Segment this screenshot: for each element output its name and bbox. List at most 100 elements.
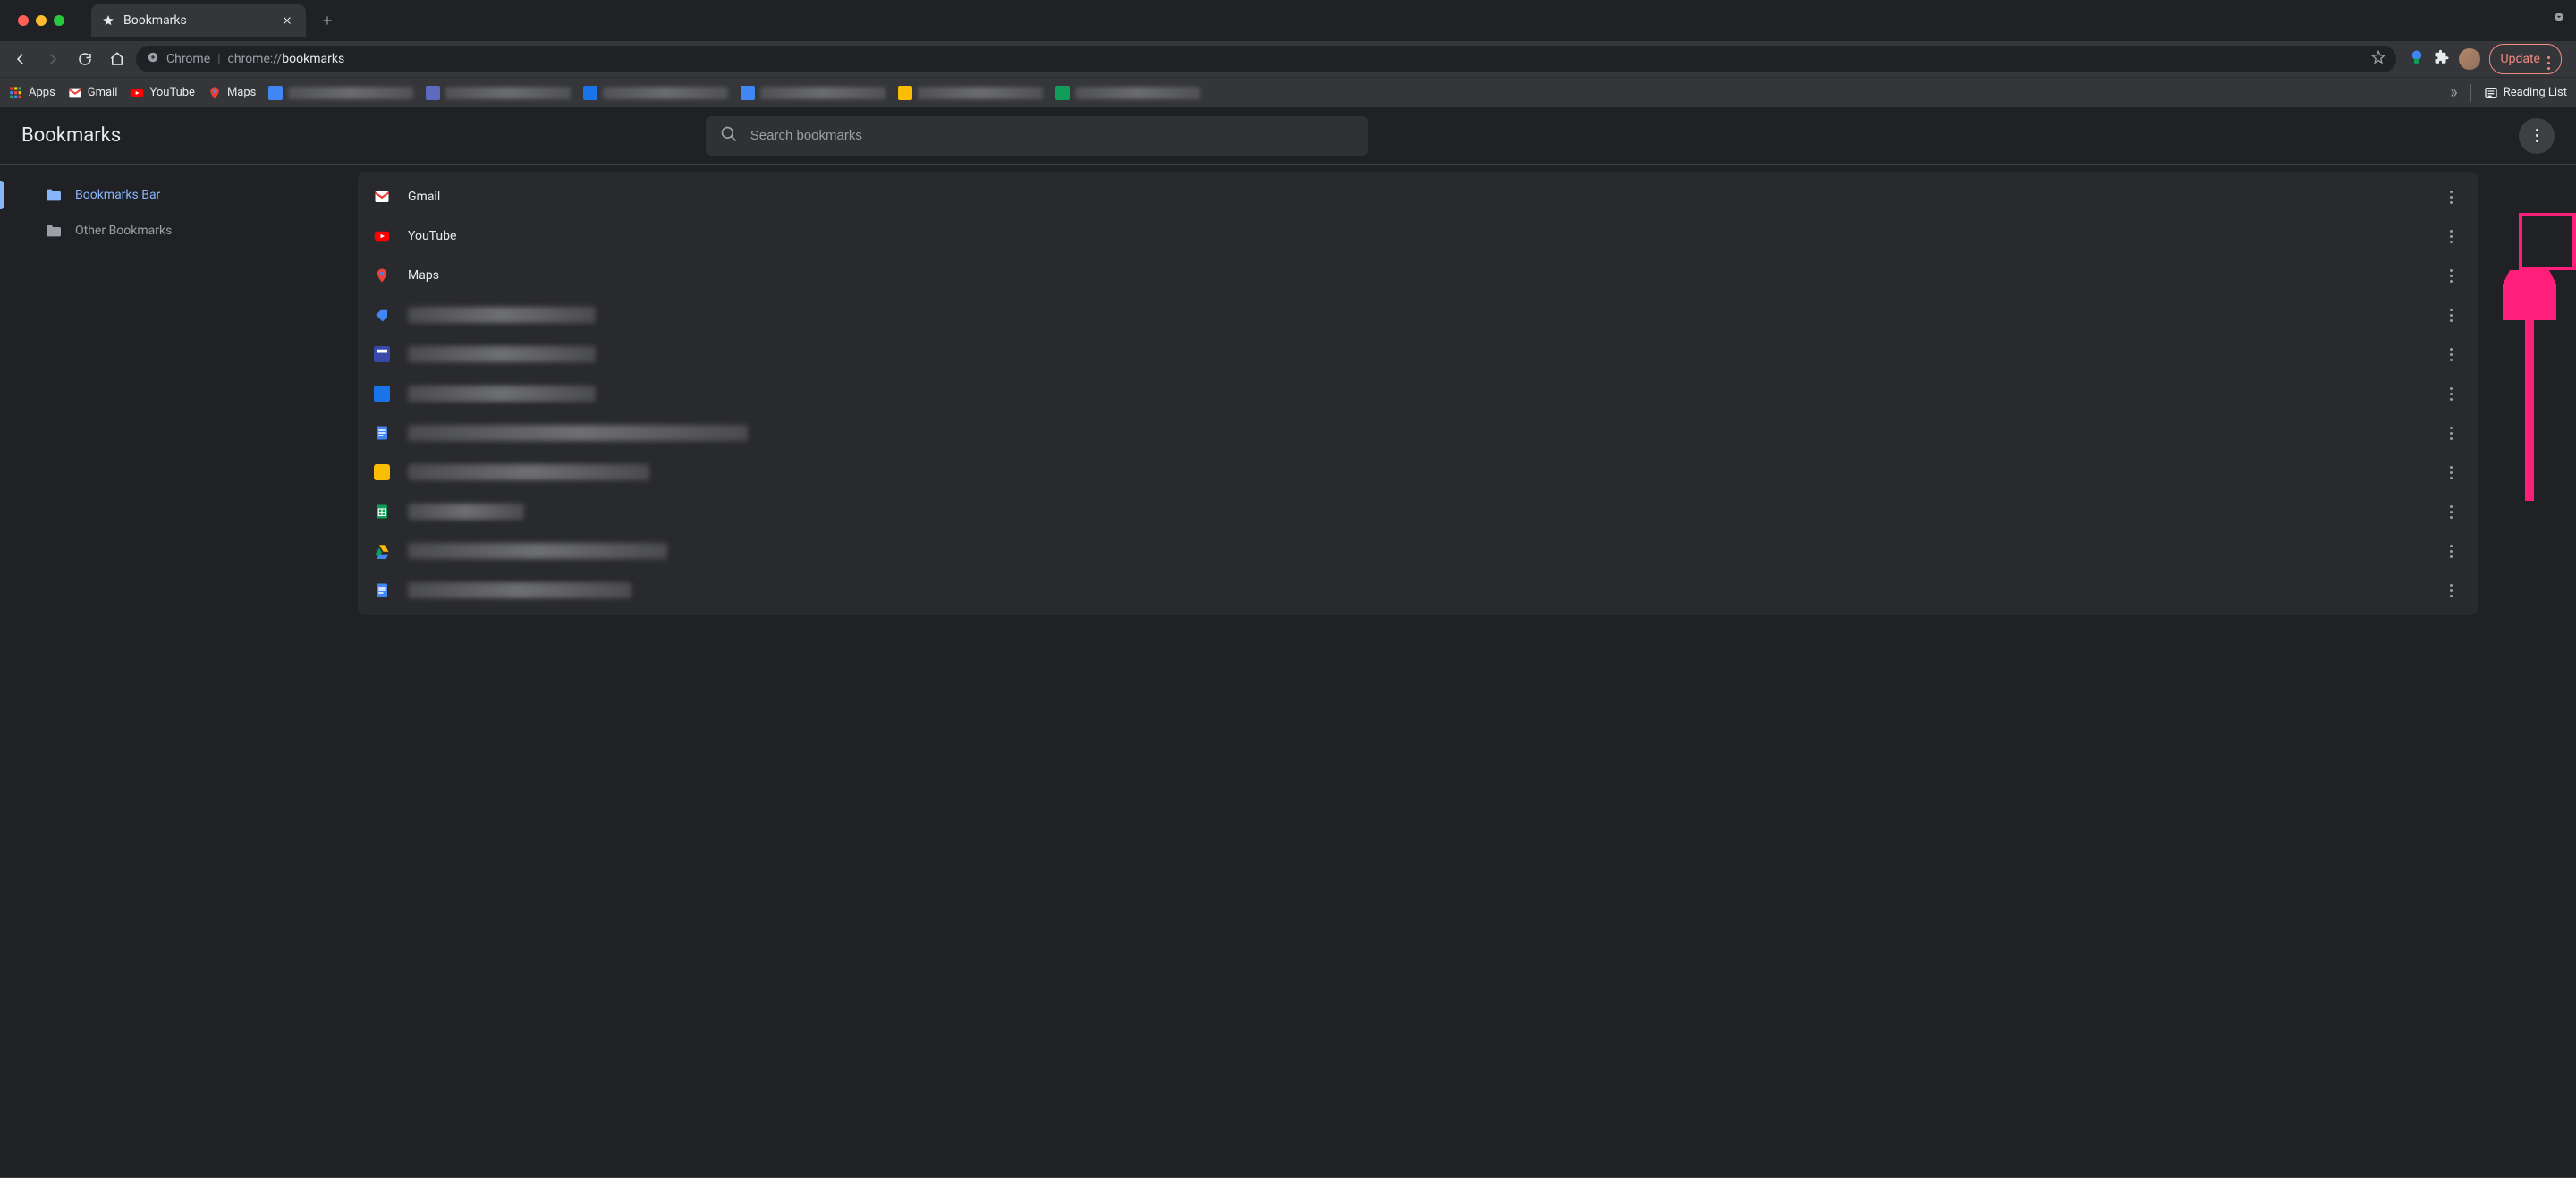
site-info-icon[interactable] — [147, 51, 159, 67]
gmaps-icon — [374, 267, 390, 284]
row-more-button[interactable] — [2440, 304, 2462, 326]
bookmark-redacted[interactable] — [583, 86, 728, 100]
reading-list-label: Reading List — [2504, 86, 2567, 99]
blue-tag-icon — [374, 307, 390, 323]
bookmark-row[interactable] — [358, 492, 2478, 531]
reload-button[interactable] — [72, 46, 98, 72]
kebab-icon — [2450, 427, 2453, 440]
sidebar-item-label: Bookmarks Bar — [75, 188, 160, 202]
bookmark-row[interactable] — [358, 531, 2478, 571]
bookmark-row[interactable] — [358, 374, 2478, 413]
bookmark-label-redacted — [408, 582, 631, 598]
browser-toolbar: Chrome | chrome://bookmarks Update — [0, 41, 2576, 77]
minimize-window-button[interactable] — [36, 15, 47, 26]
apps-label: Apps — [29, 86, 55, 99]
browser-tab[interactable]: Bookmarks — [91, 4, 306, 37]
gmail-icon — [374, 189, 390, 205]
bookmark-youtube[interactable]: YouTube — [130, 86, 195, 100]
bookmark-label: YouTube — [149, 86, 195, 99]
bookmark-redacted[interactable] — [426, 86, 571, 100]
bookmark-redacted[interactable] — [1055, 86, 1200, 100]
bookmark-label: Gmail — [408, 190, 440, 204]
bookmark-gmail[interactable]: Gmail — [68, 86, 118, 100]
omnibox-url: chrome://bookmarks — [228, 52, 345, 66]
yellow-box-icon — [374, 464, 390, 480]
extension-badge-icon[interactable] — [2409, 49, 2425, 69]
sidebar-item-other-bookmarks[interactable]: Other Bookmarks — [0, 213, 358, 249]
row-more-button[interactable] — [2440, 225, 2462, 247]
bookmark-list-card: Gmail YouTube Maps — [358, 172, 2478, 615]
bookmark-redacted[interactable] — [268, 86, 413, 100]
bookmark-redacted[interactable] — [741, 86, 886, 100]
blue-box-icon — [374, 386, 390, 402]
kebab-icon — [2536, 129, 2538, 142]
kebab-icon — [2547, 48, 2550, 70]
row-more-button[interactable] — [2440, 383, 2462, 404]
gdrive-icon — [374, 543, 390, 559]
search-bookmarks[interactable] — [706, 116, 1368, 156]
bookmark-row[interactable]: Maps — [358, 256, 2478, 295]
row-more-button[interactable] — [2440, 462, 2462, 483]
close-window-button[interactable] — [18, 15, 29, 26]
page-title: Bookmarks — [21, 124, 121, 147]
bookmark-row[interactable] — [358, 295, 2478, 335]
apps-shortcut[interactable]: Apps — [9, 86, 55, 100]
row-more-button[interactable] — [2440, 580, 2462, 601]
gsheet-icon — [374, 504, 390, 520]
star-icon — [102, 14, 114, 27]
profile-avatar[interactable] — [2459, 48, 2480, 70]
bookmark-row[interactable]: YouTube — [358, 216, 2478, 256]
omnibox-separator: | — [217, 52, 220, 66]
address-bar[interactable]: Chrome | chrome://bookmarks — [136, 46, 2396, 72]
close-tab-button[interactable] — [279, 13, 295, 29]
bookmark-label-redacted — [408, 543, 667, 559]
bookmark-row[interactable]: Gmail — [358, 177, 2478, 216]
omnibox-scheme-label: Chrome — [166, 52, 210, 66]
sidebar-item-bookmarks-bar[interactable]: Bookmarks Bar — [0, 177, 358, 213]
bookmark-label-redacted — [408, 386, 596, 402]
bookmark-row[interactable] — [358, 453, 2478, 492]
home-button[interactable] — [104, 46, 131, 72]
row-more-button[interactable] — [2440, 501, 2462, 522]
search-icon — [720, 125, 738, 147]
bookmark-list: Gmail YouTube Maps — [358, 165, 2576, 1177]
youtube-icon — [374, 228, 390, 244]
row-more-button[interactable] — [2440, 343, 2462, 365]
kebab-icon — [2450, 505, 2453, 519]
bookmark-star-button[interactable] — [2371, 50, 2385, 68]
gdoc-icon — [374, 425, 390, 441]
kebab-icon — [2450, 230, 2453, 243]
row-more-button[interactable] — [2440, 422, 2462, 444]
tab-list-button[interactable] — [2551, 9, 2567, 25]
new-tab-button[interactable] — [315, 8, 340, 33]
forward-button[interactable] — [39, 46, 66, 72]
extensions-button[interactable] — [2434, 49, 2450, 69]
reading-list-button[interactable]: Reading List — [2484, 86, 2567, 100]
bookmark-label: YouTube — [408, 229, 456, 243]
divider — [2470, 84, 2471, 102]
row-more-button[interactable] — [2440, 540, 2462, 562]
bookmark-row[interactable] — [358, 335, 2478, 374]
bookmarks-overflow-button[interactable]: » — [2450, 83, 2457, 102]
row-more-button[interactable] — [2440, 186, 2462, 208]
update-label: Update — [2501, 52, 2540, 66]
kebab-icon — [2450, 191, 2453, 204]
traffic-lights — [9, 15, 73, 26]
zoom-window-button[interactable] — [54, 15, 64, 26]
bookmark-row[interactable] — [358, 413, 2478, 453]
row-more-button[interactable] — [2440, 265, 2462, 286]
kebab-icon — [2450, 387, 2453, 401]
blue-square-icon — [374, 346, 390, 362]
bookmark-maps[interactable]: Maps — [208, 86, 256, 100]
update-button[interactable]: Update — [2489, 44, 2562, 74]
kebab-icon — [2450, 269, 2453, 283]
search-input[interactable] — [750, 128, 1353, 143]
window-titlebar: Bookmarks — [0, 0, 2576, 41]
bookmark-row[interactable] — [358, 571, 2478, 610]
tab-title: Bookmarks — [123, 13, 187, 28]
bookmark-redacted[interactable] — [898, 86, 1043, 100]
back-button[interactable] — [7, 46, 34, 72]
organize-menu-button[interactable] — [2519, 118, 2555, 154]
bookmark-label-redacted — [408, 346, 596, 362]
kebab-icon — [2450, 309, 2453, 322]
